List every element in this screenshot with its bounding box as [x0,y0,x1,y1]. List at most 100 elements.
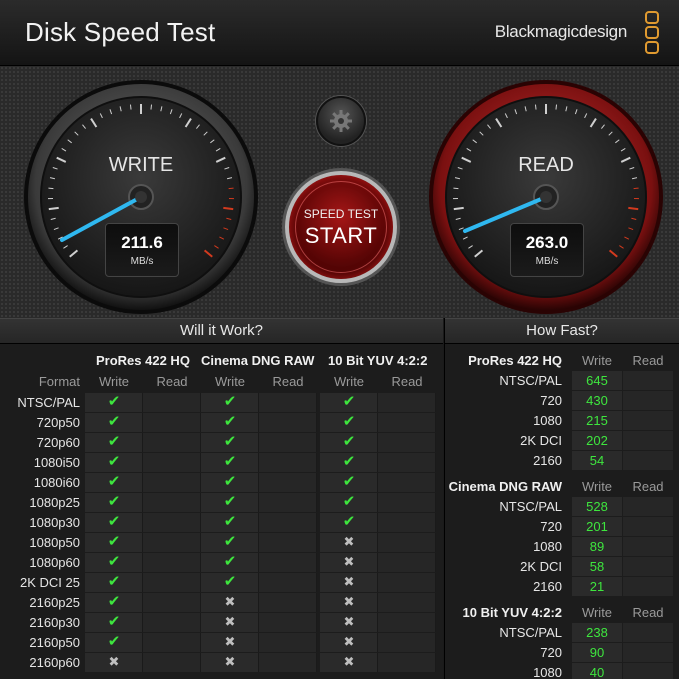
brand-name: Blackmagicdesign [494,22,628,41]
read-cell [143,393,201,412]
gauge-panel: WRITE 211.6 MB/s SPEED TEST START READ 2… [0,66,679,318]
read-gauge-dial [429,80,663,314]
write-gauge-label: WRITE [108,154,174,176]
format-label: 1080i60 [33,475,80,490]
write-gauge: WRITE 211.6 MB/s [22,78,260,316]
read-cell [143,633,201,652]
read-cell [143,453,201,472]
format-label: 2K DCI 25 [20,575,80,590]
write-cell: ✔ [320,453,378,472]
checkmark-icon: ✔ [223,413,237,430]
read-cell [378,653,436,672]
format-label: 720p50 [36,415,80,430]
checkmark-icon: ✔ [342,513,356,530]
format-label: 2K DCI [520,559,562,574]
checkmark-icon: ✔ [223,513,237,530]
write-speed-cell: 528 [572,497,622,516]
write-cell: ✔ [85,513,143,532]
write-cell: ✖ [320,593,378,612]
write-column-header: Write [98,374,130,389]
write-speed-value: 645 [586,373,608,388]
read-speed-cell [623,451,673,470]
read-cell [378,553,436,572]
read-cell [259,393,317,412]
checkmark-icon: ✔ [107,393,121,410]
table-row: 2K DCI 202 [445,431,679,451]
checkmark-icon: ✔ [107,453,121,470]
read-speed-cell [623,623,673,642]
speed-test-start-button[interactable]: SPEED TEST START [285,171,397,283]
read-cell [143,513,201,532]
checkmark-icon: ✔ [107,533,121,550]
write-speed-cell: 430 [572,391,622,410]
table-row: 1080p60 ✔ ✔ ✖ [0,553,443,573]
checkmark-icon: ✔ [107,573,121,590]
table-row: 1080p50 ✔ ✔ ✖ [0,533,443,553]
write-cell: ✔ [320,513,378,532]
read-cell [143,473,201,492]
cross-icon: ✖ [224,614,236,629]
how-fast-codec-header: Cinema DNG RAW Write Read [445,477,679,497]
write-speed-cell: 89 [572,537,622,556]
write-cell: ✖ [320,553,378,572]
read-column-header: Read [156,374,188,389]
settings-button[interactable] [316,96,366,146]
write-column-header: Write [333,374,365,389]
read-cell [143,493,201,512]
write-cell: ✖ [320,633,378,652]
checkmark-icon: ✔ [223,493,237,510]
table-row: NTSC/PAL 238 [445,623,679,643]
cross-icon: ✖ [343,654,355,669]
read-speed-cell [623,663,673,679]
read-cell [378,473,436,492]
write-cell: ✔ [320,493,378,512]
write-speed-value: 201 [586,519,608,534]
cross-icon: ✖ [343,574,355,589]
table-row: 1080p25 ✔ ✔ ✔ [0,493,443,513]
table-row: 2160p30 ✔ ✖ ✖ [0,613,443,633]
codec-header: 10 Bit YUV 4:2:2 [462,605,562,620]
codec-header: ProRes 422 HQ [468,353,562,368]
write-speed-value: 202 [586,433,608,448]
write-cell: ✔ [85,413,143,432]
read-speed-cell [623,431,673,450]
read-cell [378,593,436,612]
read-cell [259,433,317,452]
write-speed-value: 238 [586,625,608,640]
checkmark-icon: ✔ [107,593,121,610]
read-gauge: READ 263.0 MB/s [427,78,665,316]
format-label: NTSC/PAL [499,625,562,640]
read-cell [143,593,201,612]
table-row: 1080 89 [445,537,679,557]
read-cell [259,413,317,432]
format-label: 1080p60 [29,555,80,570]
codec-header: Cinema DNG RAW [448,479,562,494]
read-cell [378,613,436,632]
disk-speed-test-window: Disk Speed Test Blackmagicdesign WRITE 2… [0,0,679,679]
title-bar: Disk Speed Test Blackmagicdesign [0,0,679,66]
write-cell: ✖ [85,653,143,672]
read-cell [143,413,201,432]
cross-icon: ✖ [343,634,355,649]
read-speed-cell [623,517,673,536]
read-cell [143,613,201,632]
write-cell: ✔ [85,473,143,492]
app-title: Disk Speed Test [25,17,216,47]
read-cell [378,533,436,552]
format-label: 2160 [533,579,562,594]
read-cell [259,553,317,572]
write-cell: ✔ [320,393,378,412]
table-row: 2160 21 [445,577,679,597]
write-cell: ✔ [320,413,378,432]
read-column-header: Read [632,479,664,494]
read-cell [378,393,436,412]
write-cell: ✖ [201,593,259,612]
read-cell [259,473,317,492]
how-fast-panel: How Fast? ProRes 422 HQ Write Read NTSC/PAL… [444,318,679,679]
read-speed-cell [623,371,673,390]
checkmark-icon: ✔ [223,553,237,570]
format-column-header: Format [38,374,80,389]
checkmark-icon: ✔ [223,533,237,550]
read-column-header: Read [391,374,423,389]
checkmark-icon: ✔ [223,473,237,490]
